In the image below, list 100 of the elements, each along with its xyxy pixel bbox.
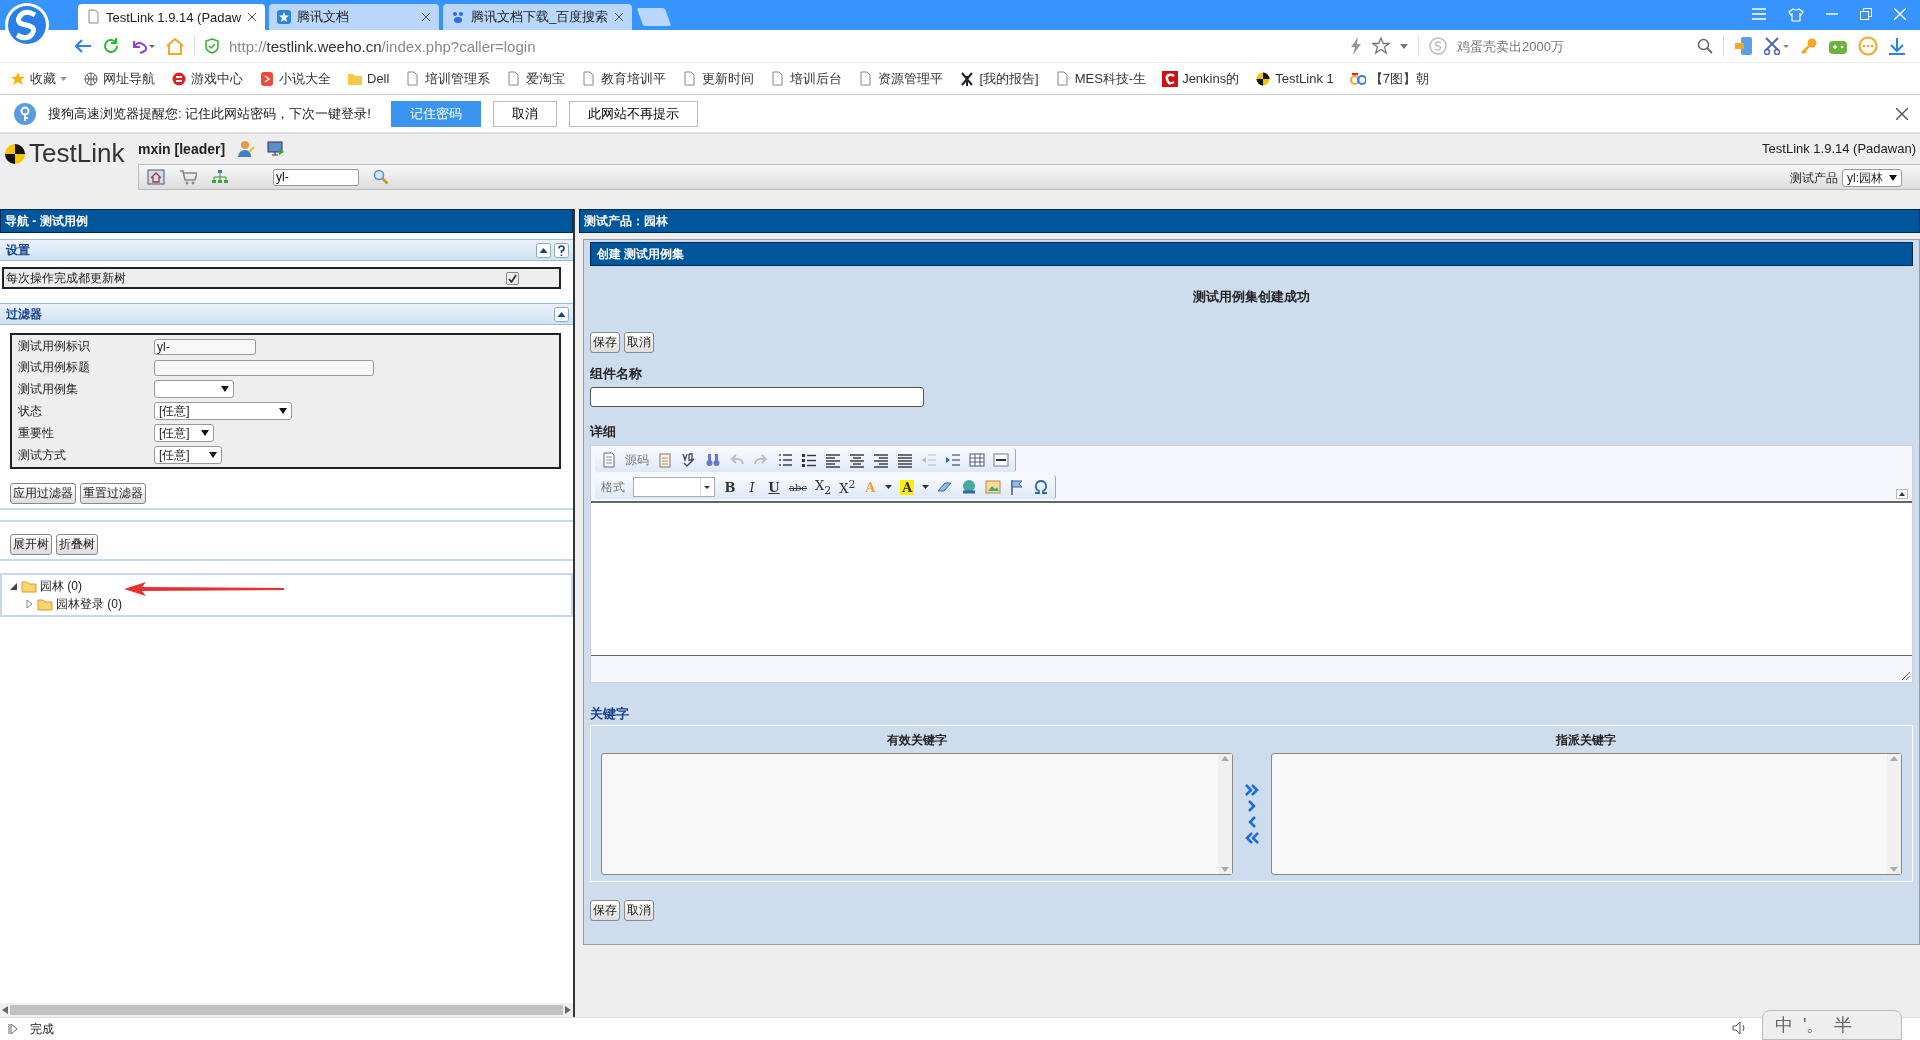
align-left-icon[interactable] xyxy=(825,452,841,468)
eraser-icon[interactable] xyxy=(937,479,954,495)
browser-tab[interactable]: 腾讯文档 xyxy=(269,4,440,30)
image-icon[interactable] xyxy=(985,479,1002,495)
format-button[interactable]: abc xyxy=(789,481,807,493)
indent-icon[interactable] xyxy=(945,452,961,468)
browser-tab[interactable]: TestLink 1.9.14 (Padaw xyxy=(78,4,266,30)
scrollbar-thumb[interactable] xyxy=(10,1005,563,1015)
source-icon[interactable] xyxy=(601,452,617,468)
filter-select[interactable] xyxy=(154,380,234,398)
justify-icon[interactable] xyxy=(897,452,913,468)
search-icon[interactable] xyxy=(1697,38,1713,54)
omega-icon[interactable] xyxy=(1033,479,1050,495)
binoculars-icon[interactable] xyxy=(705,452,721,468)
name-field[interactable] xyxy=(590,387,924,407)
expand-triangle-icon[interactable] xyxy=(8,581,18,591)
search-field[interactable]: yl- xyxy=(273,168,359,186)
checkbox[interactable] xyxy=(506,271,519,285)
scissors-icon[interactable] xyxy=(1764,37,1790,55)
bookmark-link[interactable]: 【7图】朝 xyxy=(1369,69,1429,88)
format-button[interactable]: X$^{2}$ xyxy=(839,477,856,497)
scroll-up-icon[interactable] xyxy=(1896,489,1908,499)
more-icon[interactable] xyxy=(1858,36,1878,56)
browser-tab[interactable]: 腾讯文档下载_百度搜索 xyxy=(443,4,633,30)
spellcheck-icon[interactable] xyxy=(681,452,697,468)
hierarchy-icon[interactable] xyxy=(211,169,229,185)
bookmark-link[interactable]: Dell xyxy=(367,71,390,86)
bookmark-link[interactable]: Jenkins的 xyxy=(1182,69,1240,88)
monitor-icon[interactable] xyxy=(267,140,286,158)
bookmark-link[interactable]: 培训后台 xyxy=(790,69,843,88)
restore-icon[interactable] xyxy=(1860,8,1872,20)
filter-input[interactable] xyxy=(154,359,374,376)
tree-item[interactable]: 园林登录 (0) xyxy=(56,595,122,613)
input-method-toggle[interactable]: 半 xyxy=(1834,1013,1853,1037)
bookmark-link[interactable]: 培训管理系 xyxy=(425,69,491,88)
scroll-right-icon[interactable] xyxy=(565,1006,571,1014)
align-right-icon[interactable] xyxy=(873,452,889,468)
format-button[interactable]: B xyxy=(723,479,737,495)
bookmark-link[interactable]: 游戏中心 xyxy=(191,69,243,88)
close-icon[interactable] xyxy=(1896,107,1908,120)
home-icon[interactable] xyxy=(147,169,165,185)
bookmark-link[interactable]: 爱淘宝 xyxy=(526,69,566,88)
double-chevron-left-icon[interactable] xyxy=(1244,831,1259,845)
scroll-down-icon[interactable] xyxy=(1890,867,1898,872)
collapse-icon[interactable] xyxy=(554,306,569,322)
phone-icon[interactable] xyxy=(1734,36,1754,56)
filter-button[interactable]: 应用过滤器 xyxy=(10,483,76,504)
bookmark-link[interactable]: 收藏 xyxy=(30,69,56,88)
download-icon[interactable] xyxy=(1888,37,1906,55)
caret-icon[interactable] xyxy=(885,485,893,489)
input-method-bar[interactable]: 中 '。 半 xyxy=(1762,1010,1902,1040)
notification-button[interactable]: 此网站不再提示 xyxy=(568,100,698,127)
new-tab-button[interactable] xyxy=(637,8,672,26)
format-button[interactable]: X$_{2}$ xyxy=(814,477,832,497)
key-icon[interactable] xyxy=(1800,37,1818,55)
scroll-left-icon[interactable] xyxy=(2,1006,8,1014)
source-button[interactable]: 源码 xyxy=(625,451,649,469)
scroll-down-icon[interactable] xyxy=(1220,867,1229,872)
bookmark-link[interactable]: 教育培训平 xyxy=(601,69,667,88)
bookmark-link[interactable]: MES科技-生 xyxy=(1074,69,1147,88)
input-method-toggle[interactable]: 中 xyxy=(1775,1013,1793,1037)
speaker-icon[interactable] xyxy=(1732,1021,1748,1035)
collapse-icon[interactable] xyxy=(536,242,551,258)
bookmark-link[interactable]: 小说大全 xyxy=(279,69,331,88)
tree-item[interactable]: 园林 (0) xyxy=(40,577,82,595)
format-button[interactable]: I xyxy=(745,479,759,495)
search-field[interactable]: 鸡蛋壳卖出2000万 xyxy=(1457,38,1687,54)
tree-button[interactable]: 折叠树 xyxy=(56,534,98,555)
menu-icon[interactable] xyxy=(1752,8,1766,20)
back-icon[interactable] xyxy=(74,38,92,54)
tree-button[interactable]: 展开树 xyxy=(10,534,52,555)
shirt-icon[interactable] xyxy=(1788,8,1804,22)
format-select[interactable] xyxy=(633,477,715,497)
star-icon[interactable] xyxy=(1372,37,1390,55)
align-center-icon[interactable] xyxy=(849,452,865,468)
filter-select[interactable]: [任意] xyxy=(154,424,214,442)
cart-icon[interactable] xyxy=(179,169,197,185)
product-select[interactable]: yl:园林 xyxy=(1842,169,1902,187)
format-button[interactable]: U xyxy=(767,479,781,495)
bookmark-link[interactable]: TestLink 1 xyxy=(1275,71,1334,86)
double-chevron-right-icon[interactable] xyxy=(1244,783,1259,797)
close-icon[interactable] xyxy=(247,12,258,22)
form-button[interactable]: 保存 xyxy=(590,332,620,353)
search-icon[interactable] xyxy=(373,169,389,185)
filter-button[interactable]: 重置过滤器 xyxy=(80,483,146,504)
refresh-icon[interactable] xyxy=(102,37,120,55)
caret-icon[interactable] xyxy=(922,485,930,489)
close-icon[interactable] xyxy=(421,12,432,22)
input-method-toggle[interactable]: '。 xyxy=(1803,1013,1825,1037)
form-button[interactable]: 取消 xyxy=(624,332,654,353)
filter-select[interactable]: [任意] xyxy=(154,446,222,464)
home-icon[interactable] xyxy=(166,37,184,55)
lightning-icon[interactable] xyxy=(1350,37,1362,55)
bookmark-link[interactable]: 更新时间 xyxy=(702,69,755,88)
numbered-list-icon[interactable] xyxy=(777,452,793,468)
close-icon[interactable] xyxy=(614,12,625,22)
table-icon[interactable] xyxy=(969,452,985,468)
filter-input[interactable]: yl- xyxy=(154,338,256,355)
form-button[interactable]: 取消 xyxy=(624,900,654,921)
bookmark-link[interactable]: 网址导航 xyxy=(103,69,155,88)
